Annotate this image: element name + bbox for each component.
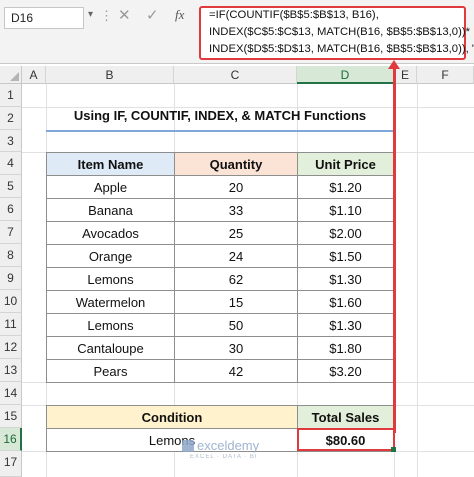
cell-unit-price[interactable]: $1.80: [297, 336, 394, 360]
formula-line-3: INDEX($D$5:$D$13, MATCH(B16, $B$5:$B$13,…: [209, 43, 474, 55]
row-header-1[interactable]: 1: [0, 84, 22, 107]
gridline: [417, 84, 418, 477]
row-header-16[interactable]: 16: [0, 428, 22, 451]
row-header-4[interactable]: 4: [0, 152, 22, 175]
cell-quantity[interactable]: 30: [174, 336, 298, 360]
cell-item-name[interactable]: Banana: [46, 198, 175, 222]
cell-item-name[interactable]: Apple: [46, 175, 175, 199]
cell-unit-price[interactable]: $2.00: [297, 221, 394, 245]
cell-quantity[interactable]: 42: [174, 359, 298, 383]
row-header-12[interactable]: 12: [0, 336, 22, 359]
cell-quantity[interactable]: 25: [174, 221, 298, 245]
cell-unit-price[interactable]: $1.20: [297, 175, 394, 199]
fill-handle[interactable]: [391, 447, 396, 452]
formula-line-1: =IF(COUNTIF($B$5:$B$13, B16),: [209, 9, 379, 21]
cell-item-name[interactable]: Avocados: [46, 221, 175, 245]
condition-cell[interactable]: Lemons: [46, 428, 298, 452]
header-unit-price[interactable]: Unit Price: [297, 152, 394, 176]
row-header-9[interactable]: 9: [0, 267, 22, 290]
row-header-13[interactable]: 13: [0, 359, 22, 382]
header-total-sales[interactable]: Total Sales: [297, 405, 394, 429]
exceldemy-logo-icon: [182, 440, 194, 452]
column-header-f[interactable]: F: [417, 66, 474, 84]
name-box[interactable]: D16: [4, 7, 84, 29]
cancel-icon[interactable]: ✕: [118, 6, 131, 24]
cell-quantity[interactable]: 15: [174, 290, 298, 314]
cell-item-name[interactable]: Watermelon: [46, 290, 175, 314]
exceldemy-watermark: exceldemy: [182, 438, 259, 453]
cell-unit-price[interactable]: $1.30: [297, 313, 394, 337]
name-box-dropdown-icon[interactable]: ▾: [88, 9, 93, 20]
row-header-5[interactable]: 5: [0, 175, 22, 198]
cell-item-name[interactable]: Cantaloupe: [46, 336, 175, 360]
row-header-15[interactable]: 15: [0, 405, 22, 428]
more-options-icon: ⋮: [100, 8, 113, 23]
header-quantity[interactable]: Quantity: [174, 152, 298, 176]
title-underline: [46, 130, 394, 132]
row-header-7[interactable]: 7: [0, 221, 22, 244]
row-header-11[interactable]: 11: [0, 313, 22, 336]
header-item-name[interactable]: Item Name: [46, 152, 175, 176]
column-header-b[interactable]: B: [46, 66, 174, 84]
row-header-14[interactable]: 14: [0, 382, 22, 405]
cell-item-name[interactable]: Lemons: [46, 267, 175, 291]
cell-item-name[interactable]: Orange: [46, 244, 175, 268]
column-header-a[interactable]: A: [22, 66, 46, 84]
row-header-3[interactable]: 3: [0, 130, 22, 152]
column-header-c[interactable]: C: [174, 66, 297, 84]
cell-item-name[interactable]: Pears: [46, 359, 175, 383]
cell-unit-price[interactable]: $1.10: [297, 198, 394, 222]
insert-function-icon[interactable]: fx: [175, 7, 184, 23]
annotation-arrow-line: [393, 64, 396, 433]
cell-unit-price[interactable]: $1.50: [297, 244, 394, 268]
cell-quantity[interactable]: 33: [174, 198, 298, 222]
cell-quantity[interactable]: 20: [174, 175, 298, 199]
select-all-corner[interactable]: [0, 66, 22, 84]
cell-quantity[interactable]: 24: [174, 244, 298, 268]
row-header-6[interactable]: 6: [0, 198, 22, 221]
enter-icon[interactable]: ✓: [146, 6, 159, 24]
cell-quantity[interactable]: 50: [174, 313, 298, 337]
column-header-d[interactable]: D: [297, 66, 394, 84]
watermark-tagline: EXCEL · DATA · BI: [190, 454, 258, 460]
annotation-arrow-head-icon: [388, 60, 400, 69]
sheet-title[interactable]: Using IF, COUNTIF, INDEX, & MATCH Functi…: [46, 108, 394, 123]
cell-unit-price[interactable]: $1.60: [297, 290, 394, 314]
row-header-8[interactable]: 8: [0, 244, 22, 267]
header-condition[interactable]: Condition: [46, 405, 298, 429]
row-header-2[interactable]: 2: [0, 107, 22, 130]
active-cell-highlight: [297, 428, 395, 451]
row-header-10[interactable]: 10: [0, 290, 22, 313]
cell-item-name[interactable]: Lemons: [46, 313, 175, 337]
row-header-17[interactable]: 17: [0, 451, 22, 477]
cell-unit-price[interactable]: $1.30: [297, 267, 394, 291]
formula-line-2: INDEX($C$5:$C$13, MATCH(B16, $B$5:$B$13,…: [209, 26, 470, 38]
watermark-name: exceldemy: [197, 438, 260, 453]
cell-quantity[interactable]: 62: [174, 267, 298, 291]
cell-unit-price[interactable]: $3.20: [297, 359, 394, 383]
